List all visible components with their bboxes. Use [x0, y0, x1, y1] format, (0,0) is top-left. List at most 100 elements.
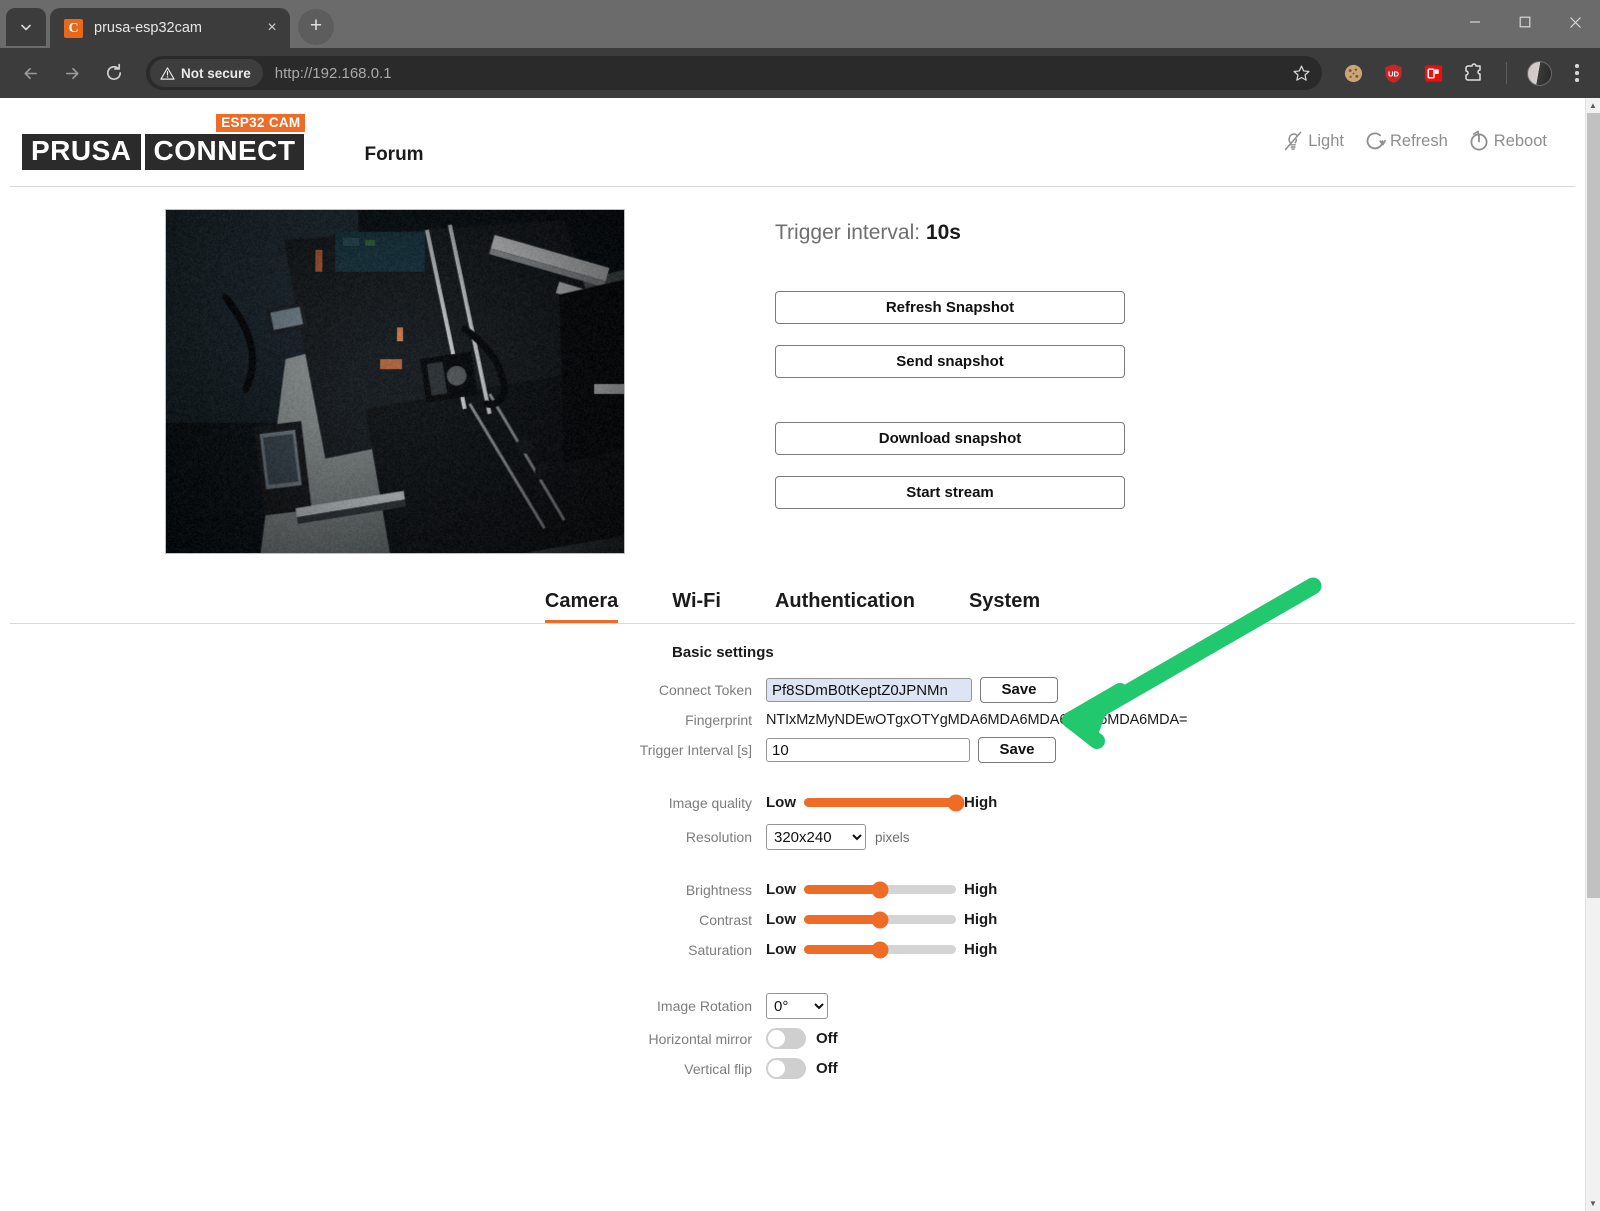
tab-authentication[interactable]: Authentication	[775, 590, 915, 623]
refresh-label: Refresh	[1390, 132, 1448, 151]
send-snapshot-button[interactable]: Send snapshot	[775, 345, 1125, 378]
camera-settings-panel: Basic settings Connect Token Save Finger…	[0, 624, 1585, 1079]
horizontal-mirror-label: Horizontal mirror	[0, 1031, 766, 1047]
not-secure-badge[interactable]: Not secure	[150, 59, 263, 87]
tab-strip: C prusa-esp32cam × +	[0, 0, 334, 48]
scroll-up-button[interactable]: ▲	[1586, 98, 1600, 113]
refresh-snapshot-button[interactable]: Refresh Snapshot	[775, 291, 1125, 324]
light-label: Light	[1308, 132, 1344, 151]
logo-connect: CONNECT	[145, 134, 305, 170]
brightness-slider[interactable]	[804, 885, 956, 894]
header-actions: Light Refresh Reboot	[1280, 128, 1547, 154]
puzzle-piece-icon[interactable]	[1460, 60, 1486, 86]
resolution-select[interactable]: 160x120320x240640x480800x6001024x7681600…	[766, 824, 866, 850]
tab-wifi[interactable]: Wi-Fi	[672, 590, 721, 623]
prusa-connect-logo: PRUSA CONNECT ESP32 CAM	[22, 134, 304, 170]
trigger-interval-value: 10s	[926, 221, 961, 244]
new-tab-button[interactable]: +	[298, 9, 334, 45]
image-quality-label: Image quality	[0, 795, 766, 811]
connect-token-input[interactable]	[766, 678, 972, 702]
extension-toolbar: UD	[1340, 60, 1588, 86]
saturation-slider[interactable]	[804, 945, 956, 954]
tab-search-button[interactable]	[6, 8, 46, 46]
brightness-low-label: Low	[766, 881, 796, 898]
favicon-icon: C	[64, 19, 83, 38]
site-header: PRUSA CONNECT ESP32 CAM Forum Light	[0, 98, 1585, 180]
horizontal-mirror-state: Off	[816, 1030, 838, 1047]
bookmark-button[interactable]	[1286, 58, 1316, 88]
vertical-flip-state: Off	[816, 1060, 838, 1077]
kebab-menu-icon[interactable]	[1566, 64, 1588, 82]
trigger-interval-save-button[interactable]: Save	[978, 737, 1056, 763]
reload-icon	[104, 63, 124, 83]
resolution-label: Resolution	[0, 829, 766, 845]
horizontal-mirror-row: Horizontal mirror Off	[0, 1028, 1585, 1049]
window-controls	[1450, 0, 1600, 44]
saturation-row: Saturation Low High	[0, 941, 1585, 958]
start-stream-button[interactable]: Start stream	[775, 476, 1125, 509]
minimize-icon	[1469, 16, 1481, 28]
refresh-button[interactable]: Refresh	[1362, 128, 1448, 154]
page-viewport: PRUSA CONNECT ESP32 CAM Forum Light	[0, 98, 1600, 1211]
vertical-flip-row: Vertical flip Off	[0, 1058, 1585, 1079]
prusa-connect-page: PRUSA CONNECT ESP32 CAM Forum Light	[0, 98, 1585, 1211]
tab-camera[interactable]: Camera	[545, 590, 618, 623]
reboot-button[interactable]: Reboot	[1466, 128, 1547, 154]
light-button[interactable]: Light	[1280, 128, 1344, 154]
trigger-interval-row: Trigger Interval [s] Save	[0, 737, 1585, 763]
download-snapshot-button[interactable]: Download snapshot	[775, 422, 1125, 455]
page-scrollbar[interactable]: ▲ ▼	[1585, 98, 1600, 1211]
logo-prusa: PRUSA	[22, 134, 141, 170]
connect-token-label: Connect Token	[0, 682, 766, 698]
trigger-interval-status: Trigger interval: 10s	[775, 221, 1125, 245]
image-rotation-select[interactable]: 0°90°180°270°	[766, 993, 828, 1019]
connect-token-row: Connect Token Save	[0, 677, 1585, 703]
trigger-interval-input-label: Trigger Interval [s]	[0, 742, 766, 758]
fingerprint-value: NTIxMzMyNDEwOTgxOTYgMDA6MDA6MDA6MDA6MDA6…	[766, 712, 1187, 728]
saturation-low-label: Low	[766, 941, 796, 958]
tab-system[interactable]: System	[969, 590, 1040, 623]
not-secure-label: Not secure	[181, 66, 251, 81]
ublock-shield-icon[interactable]: UD	[1380, 60, 1406, 86]
extension-red-icon[interactable]	[1420, 60, 1446, 86]
star-icon	[1292, 64, 1311, 83]
contrast-high-label: High	[964, 911, 997, 928]
image-rotation-row: Image Rotation 0°90°180°270°	[0, 993, 1585, 1019]
nav-link-forum[interactable]: Forum	[364, 144, 423, 166]
browser-tab[interactable]: C prusa-esp32cam ×	[50, 8, 290, 48]
scroll-down-button[interactable]: ▼	[1586, 1196, 1600, 1211]
image-quality-slider[interactable]	[804, 798, 956, 807]
fingerprint-row: Fingerprint NTIxMzMyNDEwOTgxOTYgMDA6MDA6…	[0, 712, 1585, 728]
resolution-row: Resolution 160x120320x240640x480800x6001…	[0, 824, 1585, 850]
browser-window: C prusa-esp32cam × +	[0, 0, 1600, 1211]
horizontal-mirror-toggle[interactable]	[766, 1028, 806, 1049]
contrast-slider[interactable]	[804, 915, 956, 924]
cookie-icon[interactable]	[1340, 60, 1366, 86]
warning-triangle-icon	[160, 66, 175, 81]
browser-titlebar: C prusa-esp32cam × +	[0, 0, 1600, 48]
close-window-button[interactable]	[1550, 0, 1600, 44]
brightness-label: Brightness	[0, 882, 766, 898]
vertical-flip-toggle[interactable]	[766, 1058, 806, 1079]
reload-button[interactable]	[96, 55, 132, 91]
contrast-label: Contrast	[0, 912, 766, 928]
forward-button[interactable]	[54, 55, 90, 91]
avatar[interactable]	[1527, 61, 1552, 86]
connect-token-save-button[interactable]: Save	[980, 677, 1058, 703]
maximize-button[interactable]	[1500, 0, 1550, 44]
arrow-right-icon	[63, 64, 82, 83]
minimize-button[interactable]	[1450, 0, 1500, 44]
tab-close-button[interactable]: ×	[260, 16, 284, 40]
brightness-high-label: High	[964, 881, 997, 898]
power-icon	[1466, 128, 1492, 154]
address-bar[interactable]: Not secure http://192.168.0.1	[146, 56, 1322, 90]
webcam-snapshot[interactable]	[165, 209, 625, 554]
trigger-interval-input[interactable]	[766, 738, 970, 762]
arrow-left-icon	[21, 64, 40, 83]
settings-tabs: Camera Wi-Fi Authentication System	[0, 590, 1585, 623]
back-button[interactable]	[12, 55, 48, 91]
snapshot-container	[165, 209, 625, 554]
scrollbar-thumb[interactable]	[1587, 113, 1600, 898]
saturation-label: Saturation	[0, 942, 766, 958]
refresh-icon	[1362, 128, 1388, 154]
